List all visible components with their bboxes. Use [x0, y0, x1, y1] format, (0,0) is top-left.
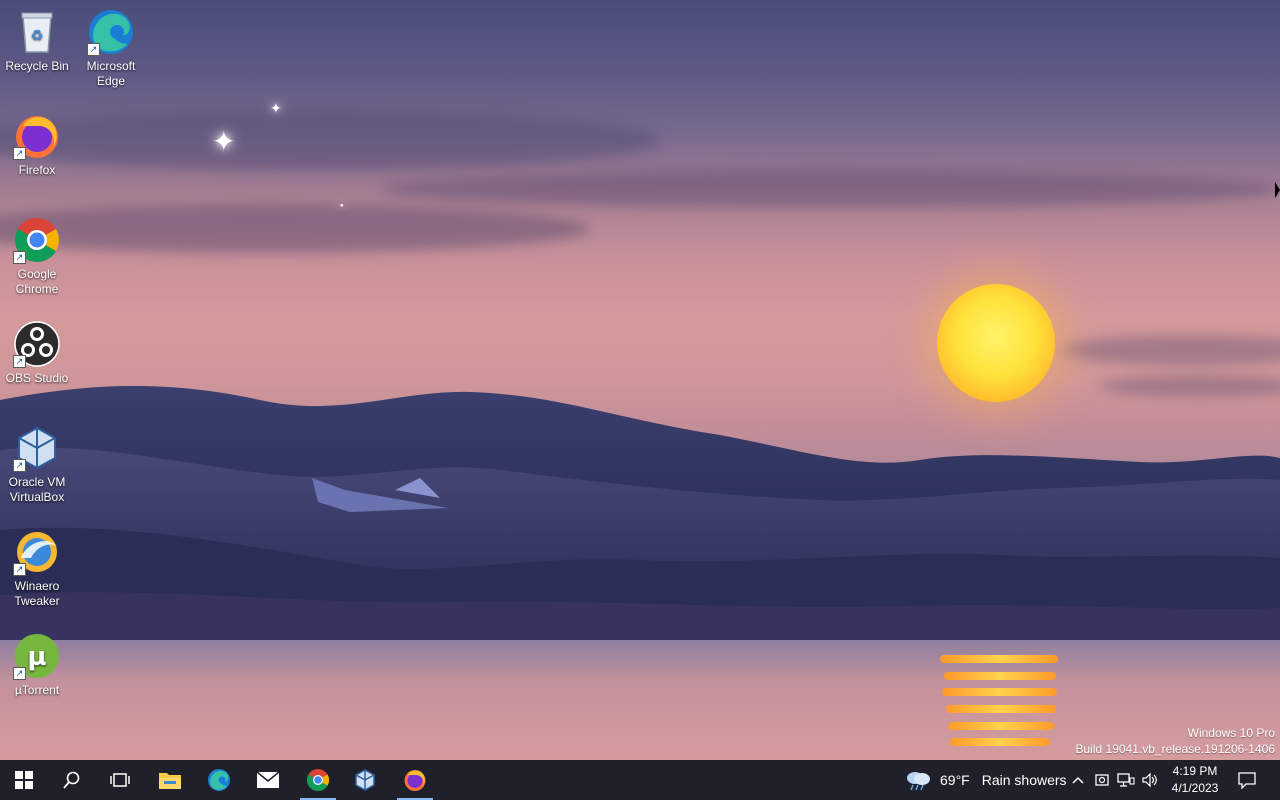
obs-studio-icon: ↗: [13, 320, 61, 368]
virtualbox-icon: ↗: [13, 424, 61, 472]
sun-reflection: [950, 738, 1050, 746]
firefox-icon: [404, 770, 426, 791]
weather-widget[interactable]: 69°F Rain showers: [904, 760, 1067, 800]
google-chrome-icon: ↗: [13, 216, 61, 264]
taskbar-file-explorer[interactable]: [146, 760, 194, 800]
cloud: [0, 110, 660, 170]
svg-text:♻: ♻: [31, 27, 44, 43]
weather-temperature: 69°F: [940, 772, 970, 788]
microsoft-edge-icon: [208, 769, 230, 791]
shortcut-arrow-icon: ↗: [13, 147, 26, 160]
desktop-icon-label: Winaero Tweaker: [14, 579, 60, 608]
sun-reflection: [944, 672, 1056, 680]
sun-reflection: [940, 655, 1058, 663]
desktop-icon-label: Microsoft Edge: [86, 59, 136, 88]
desktop-icon-label: Oracle VM VirtualBox: [8, 475, 66, 504]
taskbar-google-chrome[interactable]: [294, 760, 342, 800]
show-hidden-icons-button[interactable]: [1068, 770, 1088, 790]
watermark-edition: Windows 10 Pro: [1187, 726, 1275, 740]
cloud: [380, 170, 1280, 208]
desktop-icon-google-chrome[interactable]: ↗ Google Chrome: [1, 216, 73, 297]
ocean-waves: [0, 386, 1280, 640]
cloud: [0, 205, 590, 253]
shortcut-arrow-icon: ↗: [87, 43, 100, 56]
winaero-tweaker-icon: ↗: [13, 528, 61, 576]
virtualbox-icon: [355, 769, 375, 791]
network-icon: [1117, 773, 1135, 787]
camera-icon: [1095, 774, 1109, 786]
start-button[interactable]: [0, 760, 48, 800]
cloud: [1060, 335, 1280, 365]
desktop-icon-winaero-tweaker[interactable]: ↗ Winaero Tweaker: [1, 528, 73, 609]
chevron-up-icon: [1072, 776, 1084, 784]
clock[interactable]: 4:19 PM 4/1/2023: [1166, 763, 1224, 797]
shortcut-arrow-icon: ↗: [13, 563, 26, 576]
shortcut-arrow-icon: ↗: [13, 251, 26, 264]
taskbar-firefox[interactable]: [391, 760, 439, 800]
tray-meet-now[interactable]: [1092, 770, 1112, 790]
recycle-bin-icon: ♻: [13, 8, 61, 56]
sun-reflection: [942, 688, 1057, 696]
desktop-icon-virtualbox[interactable]: ↗ Oracle VM VirtualBox: [1, 424, 73, 505]
mail-icon: [256, 771, 280, 788]
desktop-icon-microsoft-edge[interactable]: ↗ Microsoft Edge: [75, 8, 147, 89]
desktop-icon-label: Google Chrome: [15, 267, 59, 296]
desktop[interactable]: ✦ ✦ ● ♻ Recycle Bin ↗ Microsoft Edge ↗ F…: [0, 0, 1280, 760]
utorrent-icon: µ ↗: [13, 632, 61, 680]
task-view-button[interactable]: [96, 760, 144, 800]
shortcut-arrow-icon: ↗: [13, 667, 26, 680]
windows-logo-icon: [15, 771, 33, 789]
watermark-build: Build 19041.vb_release.191206-1406: [1075, 742, 1276, 756]
rain-cloud-icon: [907, 772, 930, 791]
weather-condition: Rain showers: [981, 772, 1067, 788]
tray-network[interactable]: [1116, 770, 1136, 790]
folder-icon: [159, 773, 181, 789]
taskbar-microsoft-edge[interactable]: [195, 760, 243, 800]
action-center-button[interactable]: [1237, 770, 1257, 790]
clock-time: 4:19 PM: [1172, 764, 1218, 778]
star: ✦: [212, 126, 236, 157]
tray-volume[interactable]: [1140, 770, 1160, 790]
clock-date: 4/1/2023: [1171, 781, 1219, 795]
shortcut-arrow-icon: ↗: [13, 459, 26, 472]
windows-watermark: Windows 10 Pro Build 19041.vb_release.19…: [1076, 725, 1276, 757]
firefox-icon: ↗: [13, 112, 61, 160]
desktop-icon-firefox[interactable]: ↗ Firefox: [1, 112, 73, 178]
notification-icon: [1238, 772, 1256, 789]
desktop-icon-recycle-bin[interactable]: ♻ Recycle Bin: [1, 8, 73, 74]
desktop-icon-label: µTorrent: [14, 683, 60, 697]
svg-text:µ: µ: [27, 642, 46, 672]
desktop-icon-obs-studio[interactable]: ↗ OBS Studio: [1, 320, 73, 386]
taskbar-mail[interactable]: [244, 760, 292, 800]
desktop-icon-label: Firefox: [18, 163, 56, 177]
sun-reflection: [946, 705, 1056, 713]
desktop-icon-label: Recycle Bin: [5, 59, 69, 73]
microsoft-edge-icon: ↗: [87, 8, 135, 56]
desktop-icon-utorrent[interactable]: µ ↗ µTorrent: [1, 632, 73, 698]
star: ●: [340, 203, 344, 209]
taskbar: 69°F Rain showers 4:19 PM 4/1/2023: [0, 760, 1280, 800]
taskbar-virtualbox[interactable]: [341, 760, 389, 800]
google-chrome-icon: [307, 769, 329, 791]
search-button[interactable]: [48, 760, 96, 800]
shortcut-arrow-icon: ↗: [13, 355, 26, 368]
mouse-cursor: [1275, 182, 1280, 198]
search-icon: [63, 771, 80, 789]
speaker-icon: [1142, 772, 1157, 788]
task-view-icon: [110, 773, 130, 787]
desktop-icon-label: OBS Studio: [5, 371, 69, 385]
star: ✦: [270, 100, 282, 116]
sun-reflection: [948, 722, 1054, 730]
